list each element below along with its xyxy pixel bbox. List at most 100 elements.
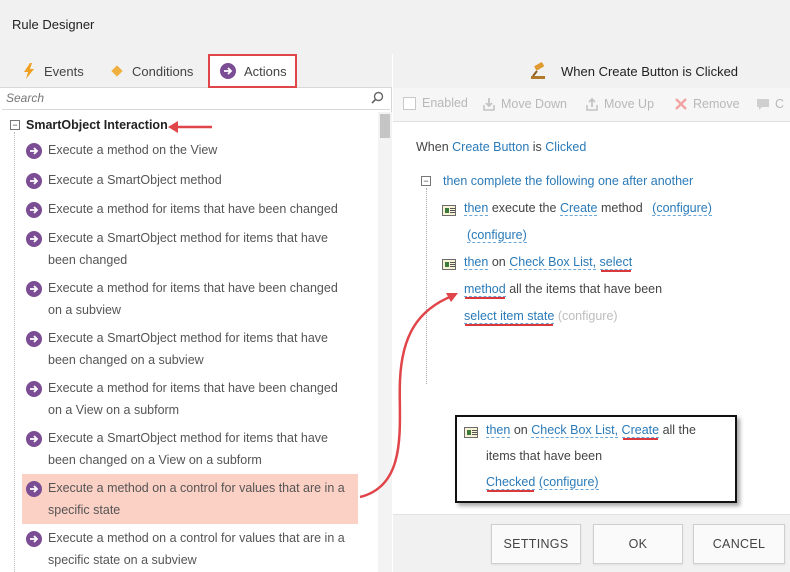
move-down-icon [481, 96, 497, 112]
step2-then-link[interactable]: then [464, 255, 489, 270]
step1-configure2-link[interactable]: (configure) [467, 228, 527, 243]
step3-line2: items that have been [486, 449, 602, 463]
list-item[interactable]: Execute a method for items that have bee… [22, 274, 358, 324]
step2-on-text: on [491, 255, 506, 269]
cancel-button[interactable]: CANCEL [693, 524, 785, 564]
move-down-button[interactable]: Move Down [481, 96, 567, 112]
step1-method-text: method [600, 201, 643, 215]
step1-configure-link[interactable]: (configure) [652, 201, 712, 216]
step1-line2: (configure) [467, 228, 527, 243]
is-text: is [532, 140, 542, 154]
list-item[interactable]: Execute a method on the View [22, 136, 358, 164]
list-item-highlighted[interactable]: Execute a method on a control for values… [22, 474, 358, 524]
tab-actions[interactable]: Actions [208, 54, 297, 88]
step3-state-link[interactable]: Checked [486, 475, 536, 490]
list-item[interactable]: Execute a method on a control for values… [22, 524, 358, 572]
search-input[interactable] [2, 88, 362, 108]
step2-state-link[interactable]: select item state [464, 309, 555, 324]
remove-label: Remove [693, 97, 740, 111]
enabled-checkbox[interactable] [403, 96, 416, 110]
step3-then-link[interactable]: then [486, 423, 511, 438]
list-item[interactable]: Execute a SmartObject method for items t… [22, 224, 358, 274]
list-item-label: Execute a method for items that have bee… [48, 381, 338, 417]
tab-events[interactable]: Events [22, 54, 84, 88]
list-item[interactable]: Execute a SmartObject method for items t… [22, 424, 358, 474]
move-up-icon [584, 96, 600, 112]
move-up-button[interactable]: Move Up [584, 96, 654, 112]
action-step-icon [442, 259, 456, 270]
list-item-label: Execute a method on the View [48, 143, 218, 157]
action-arrow-icon [26, 331, 42, 354]
action-tree: − SmartObject Interaction Execute a meth… [0, 112, 378, 572]
tree-guide-line [14, 132, 15, 572]
step1-then-link[interactable]: then [464, 201, 489, 216]
search-box [2, 88, 390, 110]
dialog-footer: SETTINGS OK CANCEL [393, 514, 790, 572]
event-control-link[interactable]: Create Button [452, 140, 529, 154]
tree-scrollbar[interactable] [378, 112, 392, 572]
event-name-link[interactable]: Clicked [545, 140, 586, 154]
action-arrow-icon [26, 431, 42, 454]
action-arrow-icon [26, 173, 42, 196]
step1-method-link[interactable]: Create [559, 201, 598, 216]
step3-on-text: on [513, 423, 528, 437]
step2-line2: method all the items that have been [464, 282, 662, 297]
tab-conditions[interactable]: Conditions [110, 54, 193, 88]
comment-button[interactable]: C [755, 96, 784, 112]
step2-method-link[interactable]: method [464, 282, 506, 297]
window-title: Rule Designer [12, 17, 95, 32]
right-panel: When Create Button is Clicked Enabled Mo… [393, 54, 790, 572]
step3-line2-text: items that have been [486, 449, 603, 463]
list-item-label: Execute a SmartObject method for items t… [48, 431, 328, 467]
rule-event-line: When Create Button is Clicked [416, 140, 586, 154]
action-arrow-icon [26, 202, 42, 225]
action-arrow-icon [26, 381, 42, 404]
category-label: SmartObject Interaction [26, 118, 168, 132]
left-panel: Events Conditions Actions − SmartObject … [0, 54, 392, 572]
rule-title: When Create Button is Clicked [561, 64, 739, 79]
step3-configure-link[interactable]: (configure) [538, 475, 599, 490]
ok-button[interactable]: OK [593, 524, 683, 564]
tab-events-label: Events [44, 63, 84, 79]
rule-toolbar: Enabled Move Down Move Up Remove C [393, 88, 790, 122]
list-item[interactable]: Execute a method for items that have bee… [22, 374, 358, 424]
list-item[interactable]: Execute a SmartObject method [22, 166, 358, 194]
list-item[interactable]: Execute a SmartObject method for items t… [22, 324, 358, 374]
when-text: When [416, 140, 449, 154]
list-item-label: Execute a SmartObject method for items t… [48, 331, 328, 367]
category-smartobject-interaction[interactable]: − SmartObject Interaction [10, 118, 168, 132]
list-item-label: Execute a SmartObject method for items t… [48, 231, 328, 267]
gavel-icon [529, 62, 549, 85]
group-collapse-icon[interactable]: − [421, 176, 431, 186]
rule-canvas: When Create Button is Clicked − then com… [393, 122, 790, 514]
comment-icon [755, 96, 771, 112]
list-item-label: Execute a SmartObject method [48, 173, 222, 187]
step3-method-link[interactable]: Create [621, 423, 660, 438]
action-arrow-icon [26, 231, 42, 254]
lightning-icon [22, 63, 36, 79]
tab-strip: Events Conditions Actions [0, 54, 392, 88]
collapse-icon[interactable]: − [10, 120, 20, 130]
list-item[interactable]: Execute a method for items that have bee… [22, 195, 358, 223]
comment-label: C [775, 97, 785, 111]
action-step-icon [442, 205, 456, 216]
enabled-toggle[interactable]: Enabled [403, 96, 468, 110]
step2-select-link[interactable]: select [599, 255, 633, 270]
group-link[interactable]: then complete the following one after an… [443, 174, 693, 188]
search-icon[interactable] [371, 91, 384, 109]
move-down-label: Move Down [501, 97, 567, 111]
step3-control-link[interactable]: Check Box List, [531, 423, 619, 438]
scrollbar-thumb[interactable] [380, 114, 390, 138]
arrow-circle-icon [220, 63, 236, 79]
step2-control-link[interactable]: Check Box List, [509, 255, 597, 270]
list-item-label: Execute a method for items that have bee… [48, 281, 338, 317]
settings-button[interactable]: SETTINGS [491, 524, 581, 564]
remove-button[interactable]: Remove [673, 96, 740, 112]
step3-rest-text: all the [662, 423, 696, 437]
tab-actions-label: Actions [244, 63, 287, 79]
action-arrow-icon [26, 281, 42, 304]
action-step-icon [464, 427, 478, 438]
step1-line1: then execute the Create method (configur… [464, 201, 712, 216]
group-label: then complete the following one after an… [443, 174, 693, 188]
step2-configure-link[interactable]: (configure) [558, 309, 618, 323]
